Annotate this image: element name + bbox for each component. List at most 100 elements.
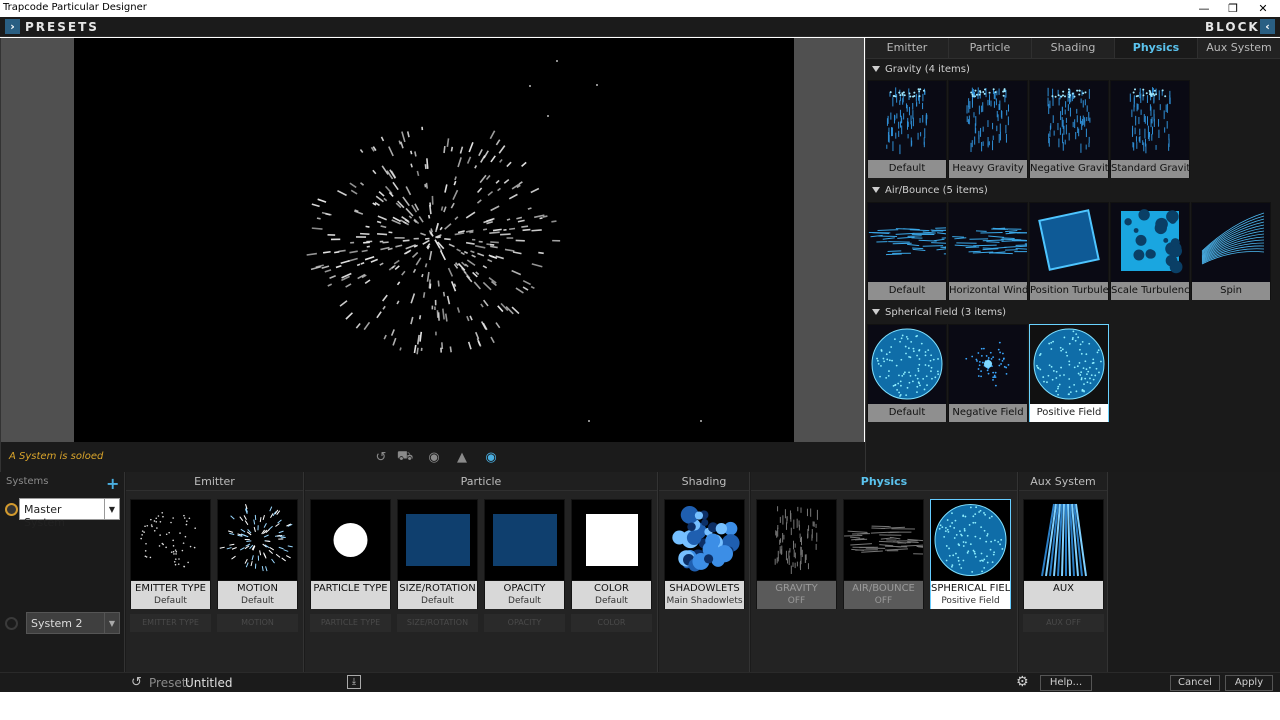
tab-shading[interactable]: Shading — [1032, 38, 1115, 58]
group-title: Aux System — [1019, 472, 1107, 491]
preset-thumb-selected[interactable]: Positive Field — [1029, 324, 1109, 422]
tab-aux-system[interactable]: Aux System — [1198, 38, 1280, 58]
preset-preview — [868, 81, 946, 159]
systems-list: Systems + Master System ▼ System 2 ▼ — [0, 472, 125, 672]
chevron-down-icon[interactable]: ▼ — [104, 498, 120, 520]
block-air-bounce[interactable]: AIR/BOUNCE OFF — [843, 499, 924, 609]
solo-icon[interactable] — [5, 503, 18, 516]
block-opacity[interactable]: OPACITY Default — [484, 499, 565, 609]
presets-expand-icon[interactable]: › — [5, 19, 20, 34]
system-name-field[interactable]: Master System — [19, 498, 105, 529]
preset-caption: Heavy Gravity — [949, 160, 1027, 178]
block-preview — [931, 500, 1010, 580]
expand-triangle-icon — [872, 187, 880, 193]
restore-icon[interactable]: ❐ — [1219, 0, 1247, 17]
preset-thumb[interactable]: Default — [867, 80, 947, 178]
close-icon[interactable]: ✕ — [1249, 0, 1277, 17]
block-value: Positive Field — [931, 596, 1010, 609]
block-value — [1024, 596, 1103, 609]
block-preview — [485, 500, 564, 580]
preset-thumb[interactable]: Default — [867, 202, 947, 300]
block-preview — [398, 500, 477, 580]
cancel-button[interactable]: Cancel — [1170, 675, 1220, 691]
preset-caption: Negative Gravity — [1030, 160, 1108, 178]
preset-thumb[interactable]: Heavy Gravity — [948, 80, 1028, 178]
block-name: SPHERICAL FIELD — [931, 581, 1010, 596]
preset-thumb[interactable]: Negative Gravity — [1029, 80, 1109, 178]
gear-icon[interactable]: ⚙ — [1016, 674, 1029, 690]
revert-icon[interactable]: ↺ — [131, 675, 142, 690]
block-particle-type[interactable]: PARTICLE TYPE — [310, 499, 391, 609]
preset-preview — [1192, 203, 1270, 281]
eye-icon[interactable]: ◉ — [482, 449, 500, 465]
preset-caption: Default — [868, 160, 946, 178]
solo-icon[interactable] — [5, 617, 18, 630]
gravity-presets: Default Heavy Gravity Negative Gravity S… — [867, 80, 1191, 180]
preset-thumb[interactable]: Scale Turbulence — [1110, 202, 1190, 300]
tab-emitter[interactable]: Emitter — [866, 38, 949, 58]
block-aux[interactable]: AUX — [1023, 499, 1104, 609]
preset-thumb[interactable]: Default — [867, 324, 947, 422]
save-preset-icon[interactable]: ⤓ — [347, 675, 361, 689]
block-color[interactable]: COLOR Default — [571, 499, 652, 609]
preset-thumb[interactable]: Standard Gravity — [1110, 80, 1190, 178]
block-ghost: COLOR — [571, 614, 652, 632]
preset-preview — [949, 81, 1027, 159]
add-system-icon[interactable]: + — [106, 474, 119, 493]
block-name: AIR/BOUNCE — [844, 581, 923, 596]
system-row[interactable]: System 2 ▼ — [0, 612, 124, 634]
systems-area: Systems + Master System ▼ System 2 ▼ Emi… — [0, 472, 1280, 692]
preset-thumb[interactable]: Negative Field — [948, 324, 1028, 422]
block-spherical-field[interactable]: SPHERICAL FIELD Positive Field — [930, 499, 1011, 609]
block-ghost: PARTICLE TYPE — [310, 614, 391, 632]
block-value: OFF — [844, 596, 923, 609]
header-bar: › PRESETS BLOCKS ‹ — [0, 17, 1280, 37]
preset-preview — [868, 203, 946, 281]
block-preview — [311, 500, 390, 580]
blocks-panel: Emitter Particle Shading Physics Aux Sys… — [865, 38, 1280, 472]
category-spherical-field[interactable]: Spherical Field (3 items) — [866, 305, 1280, 321]
preset-thumb[interactable]: Position Turbulence — [1029, 202, 1109, 300]
block-value: Default — [131, 596, 210, 609]
shading-icon[interactable]: ▲ — [453, 449, 471, 465]
category-gravity[interactable]: Gravity (4 items) — [866, 62, 1280, 78]
system-row[interactable]: Master System ▼ — [0, 498, 124, 529]
camera-icon[interactable]: ⛟ — [396, 449, 414, 465]
tab-particle[interactable]: Particle — [949, 38, 1032, 58]
expand-triangle-icon — [872, 66, 880, 72]
block-shadowlets[interactable]: SHADOWLETS Main Shadowlets — [664, 499, 745, 609]
preset-thumb[interactable]: Horizontal Wind — [948, 202, 1028, 300]
chevron-down-icon[interactable]: ▼ — [104, 612, 120, 634]
block-name: AUX — [1024, 581, 1103, 596]
block-value — [311, 596, 390, 609]
block-ghost: MOTION — [217, 614, 298, 632]
expand-triangle-icon — [872, 309, 880, 315]
minimize-icon[interactable]: — — [1190, 0, 1218, 17]
motion-blur-icon[interactable]: ◉ — [425, 449, 443, 465]
block-value: OFF — [757, 596, 836, 609]
preset-thumb[interactable]: Spin — [1191, 202, 1271, 300]
category-title: Gravity (4 items) — [885, 64, 970, 75]
preview-controls: A System is soloed ↺ ⛟ ◉ ▲ ◉ — [1, 442, 865, 472]
block-ghost: AUX OFF — [1023, 614, 1104, 632]
tab-physics[interactable]: Physics — [1115, 38, 1198, 58]
apply-button[interactable]: Apply — [1225, 675, 1273, 691]
particle-preview[interactable] — [74, 38, 794, 442]
preset-footer: ↺ Preset: Untitled ⤓ ⚙ Help... Cancel Ap… — [0, 672, 1280, 692]
preset-preview — [868, 325, 946, 403]
block-motion[interactable]: MOTION Default — [217, 499, 298, 609]
blocks-collapse-icon[interactable]: ‹ — [1260, 19, 1275, 34]
category-air-bounce[interactable]: Air/Bounce (5 items) — [866, 183, 1280, 199]
block-gravity[interactable]: GRAVITY OFF — [756, 499, 837, 609]
preset-caption: Scale Turbulence — [1111, 282, 1189, 300]
block-value: Default — [398, 596, 477, 609]
block-emitter-type[interactable]: EMITTER TYPE Default — [130, 499, 211, 609]
presets-title[interactable]: PRESETS — [25, 20, 99, 34]
reset-icon[interactable]: ↺ — [372, 449, 390, 465]
help-button[interactable]: Help... — [1040, 675, 1092, 691]
preset-caption: Positive Field — [1030, 404, 1108, 422]
taskbar-strip — [0, 692, 1280, 720]
block-size-rotation[interactable]: SIZE/ROTATION Default — [397, 499, 478, 609]
block-name: EMITTER TYPE — [131, 581, 210, 596]
system-name-field[interactable]: System 2 — [26, 612, 106, 634]
